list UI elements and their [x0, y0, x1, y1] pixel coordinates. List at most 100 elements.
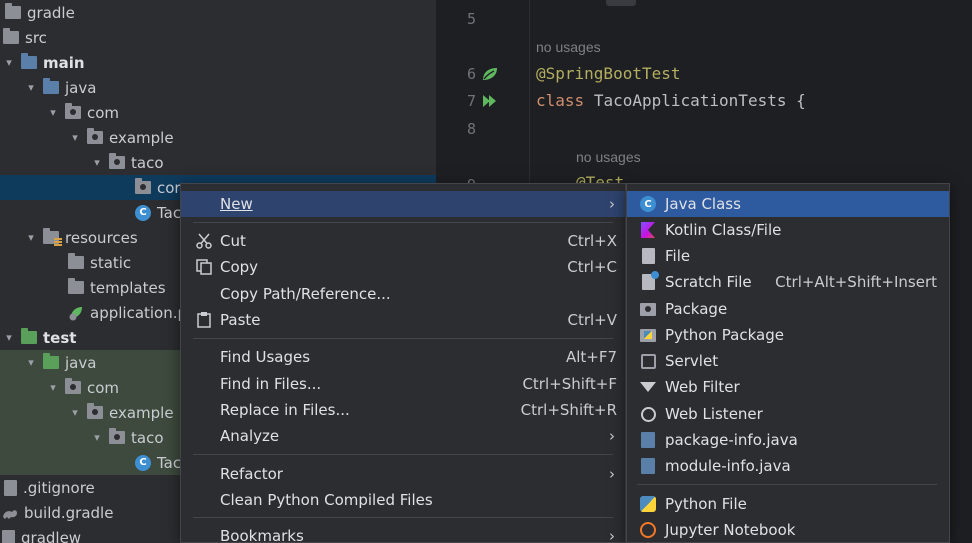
- tree-item-label: resources: [65, 228, 138, 247]
- chevron-down-icon[interactable]: ▾: [24, 81, 38, 95]
- tree-item-label: static: [90, 253, 132, 272]
- package-icon: [65, 378, 81, 394]
- submenu-item-label: Package: [665, 300, 728, 318]
- submenu-item-servlet[interactable]: Servlet: [627, 348, 949, 374]
- tree-item-com[interactable]: ▾ com: [0, 100, 436, 125]
- menu-item-bookmarks[interactable]: Bookmarks ›: [181, 523, 625, 543]
- new-submenu: C Java Class Kotlin Class/File File Scra…: [626, 183, 950, 543]
- menu-item-label: Analyze: [220, 427, 280, 445]
- package-icon: [87, 403, 103, 419]
- tree-item-label: build.gradle: [24, 503, 114, 522]
- menu-item-label: Cut: [220, 232, 246, 250]
- submenu-item-java-class[interactable]: C Java Class: [627, 191, 949, 217]
- menu-item-shortcut: Ctrl+X: [567, 232, 617, 250]
- menu-item-label: Find in Files...: [220, 375, 322, 393]
- tree-item-main[interactable]: ▾ main: [0, 50, 436, 75]
- chevron-right-icon: ›: [609, 465, 615, 483]
- globe-icon: [639, 405, 657, 423]
- line-number: 7: [466, 92, 476, 110]
- submenu-item-module-info[interactable]: module-info.java: [627, 453, 949, 479]
- submenu-item-python-package[interactable]: Python Package: [627, 322, 949, 348]
- file-icon: [639, 247, 657, 265]
- source-root-folder-icon: [21, 53, 37, 69]
- menu-item-label: Refactor: [220, 465, 283, 483]
- menu-item-find-in-files[interactable]: Find in Files... Ctrl+Shift+F: [181, 371, 625, 397]
- menu-item-copy-path[interactable]: Copy Path/Reference...: [181, 281, 625, 307]
- menu-item-clean-python[interactable]: Clean Python Compiled Files: [181, 487, 625, 513]
- submenu-item-scratch-file[interactable]: Scratch File Ctrl+Alt+Shift+Insert: [627, 269, 949, 295]
- scratch-file-icon: [639, 271, 659, 291]
- kotlin-icon: [639, 221, 657, 239]
- usages-hint[interactable]: no usages: [536, 39, 601, 55]
- chevron-down-icon[interactable]: ▾: [68, 131, 82, 145]
- menu-item-paste[interactable]: Paste Ctrl+V: [181, 307, 625, 333]
- run-tests-icon[interactable]: [481, 93, 499, 109]
- submenu-item-web-filter[interactable]: Web Filter: [627, 374, 949, 400]
- tree-item-label: src: [25, 28, 47, 47]
- submenu-item-package-info[interactable]: package-info.java: [627, 427, 949, 453]
- folder-icon: [68, 278, 84, 294]
- test-root-folder-icon: [21, 328, 37, 344]
- chevron-right-icon: ›: [609, 527, 615, 543]
- tree-item-label: gradlew: [21, 528, 82, 543]
- submenu-item-python-file[interactable]: Python File: [627, 491, 949, 517]
- submenu-item-package[interactable]: Package: [627, 296, 949, 322]
- code-class-name: TacoApplicationTests {: [593, 91, 806, 110]
- tree-item-label: taco: [131, 428, 164, 447]
- chevron-down-icon[interactable]: ▾: [90, 156, 104, 170]
- menu-item-new[interactable]: New ›: [181, 191, 625, 217]
- tree-item-taco[interactable]: ▾ taco: [0, 150, 436, 175]
- chevron-down-icon[interactable]: ▾: [90, 431, 104, 445]
- tree-item-java[interactable]: ▾ java: [0, 75, 436, 100]
- menu-item-find-usages[interactable]: Find Usages Alt+F7: [181, 344, 625, 370]
- menu-item-label: Paste: [220, 311, 261, 329]
- tree-item-label: test: [43, 328, 77, 347]
- line-number: 6: [466, 65, 476, 83]
- submenu-item-kotlin[interactable]: Kotlin Class/File: [627, 217, 949, 243]
- chevron-down-icon[interactable]: ▾: [46, 106, 60, 120]
- menu-item-copy[interactable]: Copy Ctrl+C: [181, 254, 625, 280]
- menu-item-analyze[interactable]: Analyze ›: [181, 423, 625, 449]
- tree-item-label: example: [109, 403, 174, 422]
- package-icon: [87, 128, 103, 144]
- copy-icon: [196, 259, 212, 275]
- chevron-down-icon[interactable]: ▾: [68, 406, 82, 420]
- clipboard-icon: [197, 312, 211, 328]
- menu-divider: [193, 338, 613, 339]
- tree-item-src[interactable]: src: [0, 25, 436, 50]
- chevron-down-icon[interactable]: ▾: [24, 231, 38, 245]
- tree-item-example[interactable]: ▾ example: [0, 125, 436, 150]
- menu-item-cut[interactable]: Cut Ctrl+X: [181, 228, 625, 254]
- tree-item-label: application.p: [90, 303, 188, 322]
- tree-item-label: gradle: [27, 3, 75, 22]
- menu-item-refactor[interactable]: Refactor ›: [181, 461, 625, 487]
- tree-item-gradle[interactable]: ▸ gradle: [0, 0, 436, 25]
- menu-item-label: Copy: [220, 258, 259, 276]
- menu-item-label: New: [220, 195, 253, 213]
- folder-icon: [68, 253, 84, 269]
- menu-item-replace-in-files[interactable]: Replace in Files... Ctrl+Shift+R: [181, 397, 625, 423]
- test-source-folder-icon: [43, 353, 59, 369]
- context-menu: New › Cut Ctrl+X Copy Ctrl+C Copy Path/R…: [180, 183, 626, 543]
- chevron-right-icon: ›: [609, 427, 615, 445]
- line-number: 5: [466, 10, 476, 28]
- tree-item-label: Tac: [157, 453, 182, 472]
- submenu-item-label: Python Package: [665, 326, 784, 344]
- submenu-item-jupyter[interactable]: Jupyter Notebook: [627, 517, 949, 543]
- submenu-item-label: Jupyter Notebook: [665, 521, 796, 539]
- usages-hint[interactable]: no usages: [576, 149, 641, 165]
- source-folder-icon: [43, 78, 59, 94]
- servlet-icon: [639, 352, 657, 370]
- chevron-down-icon[interactable]: ▾: [2, 56, 16, 70]
- editor-scroll-marker: [606, 0, 636, 6]
- submenu-item-file[interactable]: File: [627, 243, 949, 269]
- code-keyword: class: [536, 91, 585, 110]
- chevron-down-icon[interactable]: ▾: [46, 381, 60, 395]
- submenu-item-web-listener[interactable]: Web Listener: [627, 401, 949, 427]
- tree-item-label: java: [65, 78, 97, 97]
- chevron-down-icon[interactable]: ▾: [24, 356, 38, 370]
- chevron-down-icon[interactable]: ▾: [2, 331, 16, 345]
- menu-item-shortcut: Ctrl+C: [567, 258, 617, 276]
- spring-bean-icon[interactable]: [481, 66, 499, 82]
- submenu-item-shortcut: Ctrl+Alt+Shift+Insert: [775, 273, 937, 291]
